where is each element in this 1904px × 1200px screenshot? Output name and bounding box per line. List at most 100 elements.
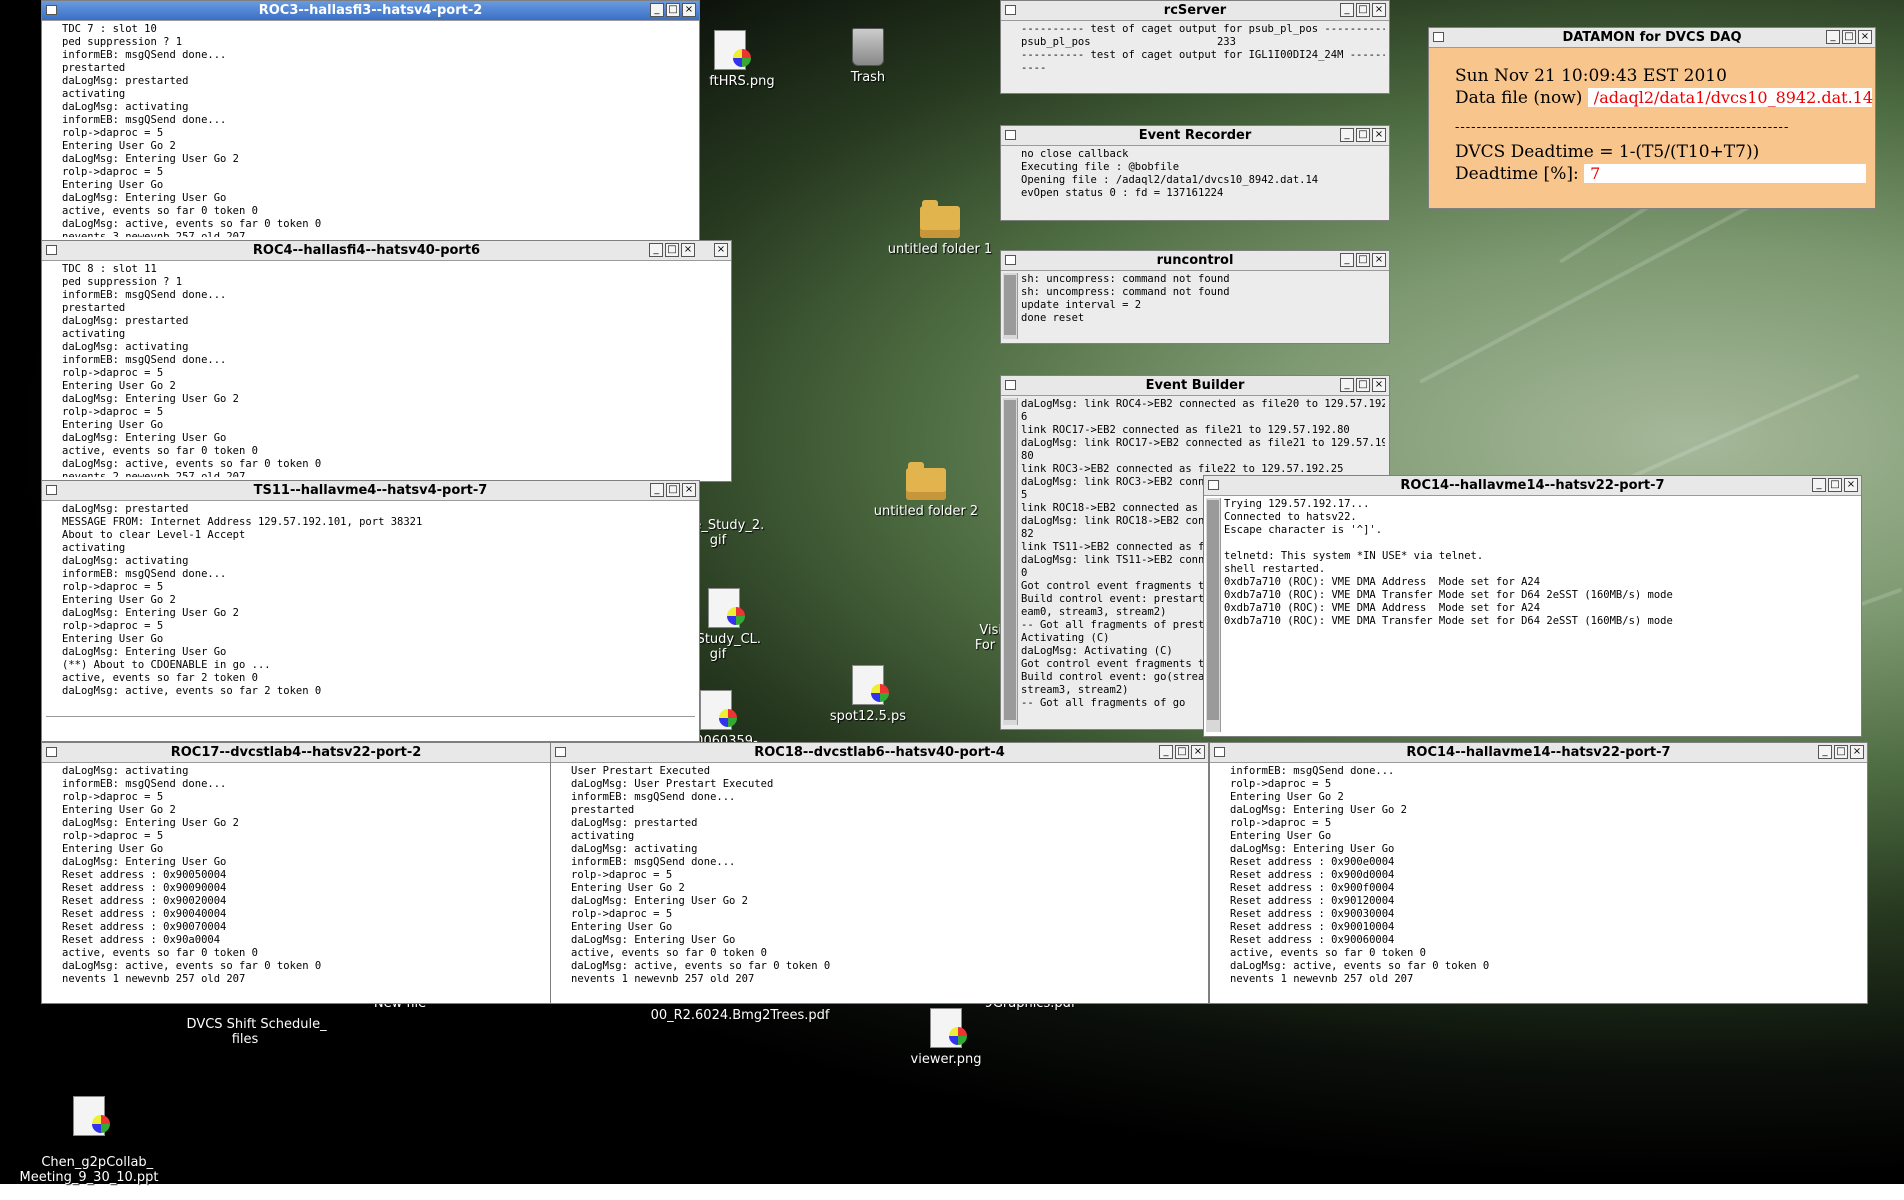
desktop-icon-untitled-folder-2[interactable]: untitled folder 2 (856, 462, 996, 519)
command-input[interactable] (46, 716, 695, 737)
terminal-window-event-recorder[interactable]: Event Recorder _ □ × no close callback E… (1000, 125, 1390, 221)
datamon-window[interactable]: DATAMON for DVCS DAQ _ □ × Sun Nov 21 10… (1428, 27, 1876, 209)
window-titlebar[interactable]: runcontrol _ □ × (1001, 251, 1389, 271)
terminal-window-rcserver[interactable]: rcServer _ □ × ---------- test of caget … (1000, 0, 1390, 94)
terminal-output[interactable]: daLogMsg: prestarted MESSAGE FROM: Inter… (62, 503, 695, 715)
maximize-button[interactable]: □ (1834, 745, 1848, 759)
close-button[interactable]: × (1372, 128, 1386, 142)
minimize-button[interactable]: _ (1340, 128, 1354, 142)
datamon-datetime: Sun Nov 21 10:09:43 EST 2010 (1455, 66, 1727, 86)
terminal-output[interactable]: Trying 129.57.192.17... Connected to hat… (1224, 498, 1857, 732)
scrollbar[interactable] (1003, 398, 1018, 725)
desktop-icon-trash[interactable]: Trash (798, 28, 938, 85)
window-titlebar[interactable]: ROC3--hallasfi3--hatsv4-port-2 _ □ × (42, 1, 699, 21)
terminal-output[interactable]: TDC 7 : slot 10 ped suppression ? 1 info… (62, 23, 695, 237)
close-button[interactable]: × (682, 483, 696, 497)
window-titlebar[interactable]: ROC18--dvcstlab6--hatsv40-port-4 _ □ × (551, 743, 1208, 763)
terminal-window-roc18[interactable]: ROC18--dvcstlab6--hatsv40-port-4 _ □ × U… (550, 742, 1209, 1004)
datamon-datafile-row: Data file (now) /adaql2/data1/dvcs10_894… (1455, 88, 1873, 108)
maximize-button[interactable]: □ (665, 243, 679, 257)
terminal-output[interactable]: informEB: msgQSend done... rolp->daproc … (1230, 765, 1863, 999)
datafile-label: Data file (now) (1455, 88, 1583, 108)
deadtime-value: 7 (1584, 164, 1867, 183)
pdf-file-icon (700, 690, 737, 730)
desktop-icon-dvcs-shift-schedule[interactable]: DVCS Shift Schedule_ files (170, 1002, 327, 1062)
close-button[interactable]: × (1372, 3, 1386, 17)
maximize-button[interactable]: □ (1175, 745, 1189, 759)
window-title: ROC14--hallavme14--hatsv22-port-7 (1406, 745, 1671, 760)
minimize-button[interactable]: _ (650, 483, 664, 497)
minimize-button[interactable]: _ (1340, 253, 1354, 267)
terminal-output[interactable]: TDC 8 : slot 11 ped suppression ? 1 info… (62, 263, 727, 477)
maximize-button[interactable]: □ (1356, 128, 1370, 142)
window-titlebar[interactable]: ROC17--dvcstlab4--hatsv22-port-2 (42, 743, 550, 763)
icon-label: 00_R2.6024.Bmg2Trees.pdf (650, 1008, 830, 1023)
desktop-icon-untitled-folder-1[interactable]: untitled folder 1 (870, 200, 1010, 257)
terminal-window-runcontrol[interactable]: runcontrol _ □ × sh: uncompress: command… (1000, 250, 1390, 344)
scrollbar-thumb[interactable] (1004, 275, 1016, 335)
close-button[interactable]: × (1372, 378, 1386, 392)
maximize-button[interactable]: □ (1356, 253, 1370, 267)
desktop-icon-trees-pdf[interactable]: 00_R2.6024.Bmg2Trees.pdf (640, 1008, 840, 1023)
window-titlebar[interactable]: ROC4--hallasfi4--hatsv40-port6 _ □ × × (42, 241, 731, 261)
close-button[interactable]: × (1850, 745, 1864, 759)
terminal-window-roc4[interactable]: ROC4--hallasfi4--hatsv40-port6 _ □ × × T… (41, 240, 732, 482)
icon-label: DVCS Shift Schedule_ files (186, 1017, 327, 1047)
postscript-file-icon (852, 665, 889, 705)
window-titlebar[interactable]: Event Builder _ □ × (1001, 376, 1389, 396)
window-title: ROC18--dvcstlab6--hatsv40-port-4 (754, 745, 1005, 760)
close-button[interactable]: × (681, 243, 695, 257)
close-button[interactable]: × (1372, 253, 1386, 267)
scrollbar-thumb[interactable] (1207, 500, 1219, 720)
terminal-window-ts11[interactable]: TS11--hallavme4--hatsv4-port-7 _ □ × daL… (41, 480, 700, 742)
terminal-window-roc17[interactable]: ROC17--dvcstlab4--hatsv22-port-2 daLogMs… (41, 742, 551, 1004)
minimize-button[interactable]: _ (1818, 745, 1832, 759)
icon-label: untitled folder 1 (887, 242, 993, 257)
minimize-button[interactable]: _ (1340, 378, 1354, 392)
deadtime-formula: DVCS Deadtime = 1-(T5/(T10+T7)) (1455, 142, 1760, 162)
maximize-button[interactable]: □ (1828, 478, 1842, 492)
scrollbar[interactable] (1003, 273, 1018, 339)
window-titlebar[interactable]: Event Recorder _ □ × (1001, 126, 1389, 146)
terminal-window-roc14-telnet[interactable]: ROC14--hallavme14--hatsv22-port-7 _ □ × … (1203, 475, 1862, 737)
window-titlebar[interactable]: ROC14--hallavme14--hatsv22-port-7 _ □ × (1210, 743, 1867, 763)
close-button[interactable]: × (1844, 478, 1858, 492)
maximize-button[interactable]: □ (1842, 30, 1856, 44)
window-titlebar[interactable]: rcServer _ □ × (1001, 1, 1389, 21)
maximize-button[interactable]: □ (1356, 378, 1370, 392)
desktop-icon-viewer-png[interactable]: viewer.png (876, 1008, 1016, 1067)
window-titlebar[interactable]: ROC14--hallavme14--hatsv22-port-7 _ □ × (1204, 476, 1861, 496)
terminal-window-roc14[interactable]: ROC14--hallavme14--hatsv22-port-7 _ □ × … (1209, 742, 1868, 1004)
scrollbar-thumb[interactable] (1004, 400, 1016, 720)
deadtime-label: Deadtime [%]: (1455, 164, 1579, 184)
minimize-button[interactable]: _ (1812, 478, 1826, 492)
minimize-button[interactable]: _ (650, 3, 664, 17)
close-button[interactable]: × (1191, 745, 1205, 759)
icon-label: viewer.png (910, 1052, 982, 1067)
terminal-output[interactable]: User Prestart Executed daLogMsg: User Pr… (571, 765, 1204, 999)
desktop-icon-spot12-ps[interactable]: spot12.5.ps (798, 665, 938, 724)
close-button[interactable]: × (682, 3, 696, 17)
terminal-output[interactable]: no close callback Executing file : @bobf… (1021, 148, 1385, 216)
minimize-button[interactable]: _ (1340, 3, 1354, 17)
maximize-button[interactable]: □ (1356, 3, 1370, 17)
desktop-icon-chen-g2p-ppt[interactable]: Chen_g2pCollab_ Meeting_9_30_10.ppt (14, 1066, 164, 1200)
window-title: ROC17--dvcstlab4--hatsv22-port-2 (170, 745, 422, 760)
icon-label: spot12.5.ps (829, 709, 907, 724)
close-button[interactable]: × (1858, 30, 1872, 44)
window-titlebar[interactable]: DATAMON for DVCS DAQ _ □ × (1429, 28, 1875, 48)
window-titlebar[interactable]: TS11--hallavme4--hatsv4-port-7 _ □ × (42, 481, 699, 501)
minimize-button[interactable]: _ (1159, 745, 1173, 759)
scrollbar[interactable] (1206, 498, 1221, 732)
window-title: DATAMON for DVCS DAQ (1562, 30, 1742, 45)
window-title: Event Builder (1145, 378, 1245, 393)
close-button[interactable]: × (714, 243, 728, 257)
maximize-button[interactable]: □ (666, 3, 680, 17)
terminal-output[interactable]: sh: uncompress: command not found sh: un… (1021, 273, 1385, 339)
maximize-button[interactable]: □ (666, 483, 680, 497)
terminal-output[interactable]: ---------- test of caget output for psub… (1021, 23, 1385, 89)
minimize-button[interactable]: _ (1826, 30, 1840, 44)
terminal-window-roc3[interactable]: ROC3--hallasfi3--hatsv4-port-2 _ □ × TDC… (41, 0, 700, 242)
terminal-output[interactable]: daLogMsg: activating informEB: msgQSend … (62, 765, 546, 999)
minimize-button[interactable]: _ (649, 243, 663, 257)
